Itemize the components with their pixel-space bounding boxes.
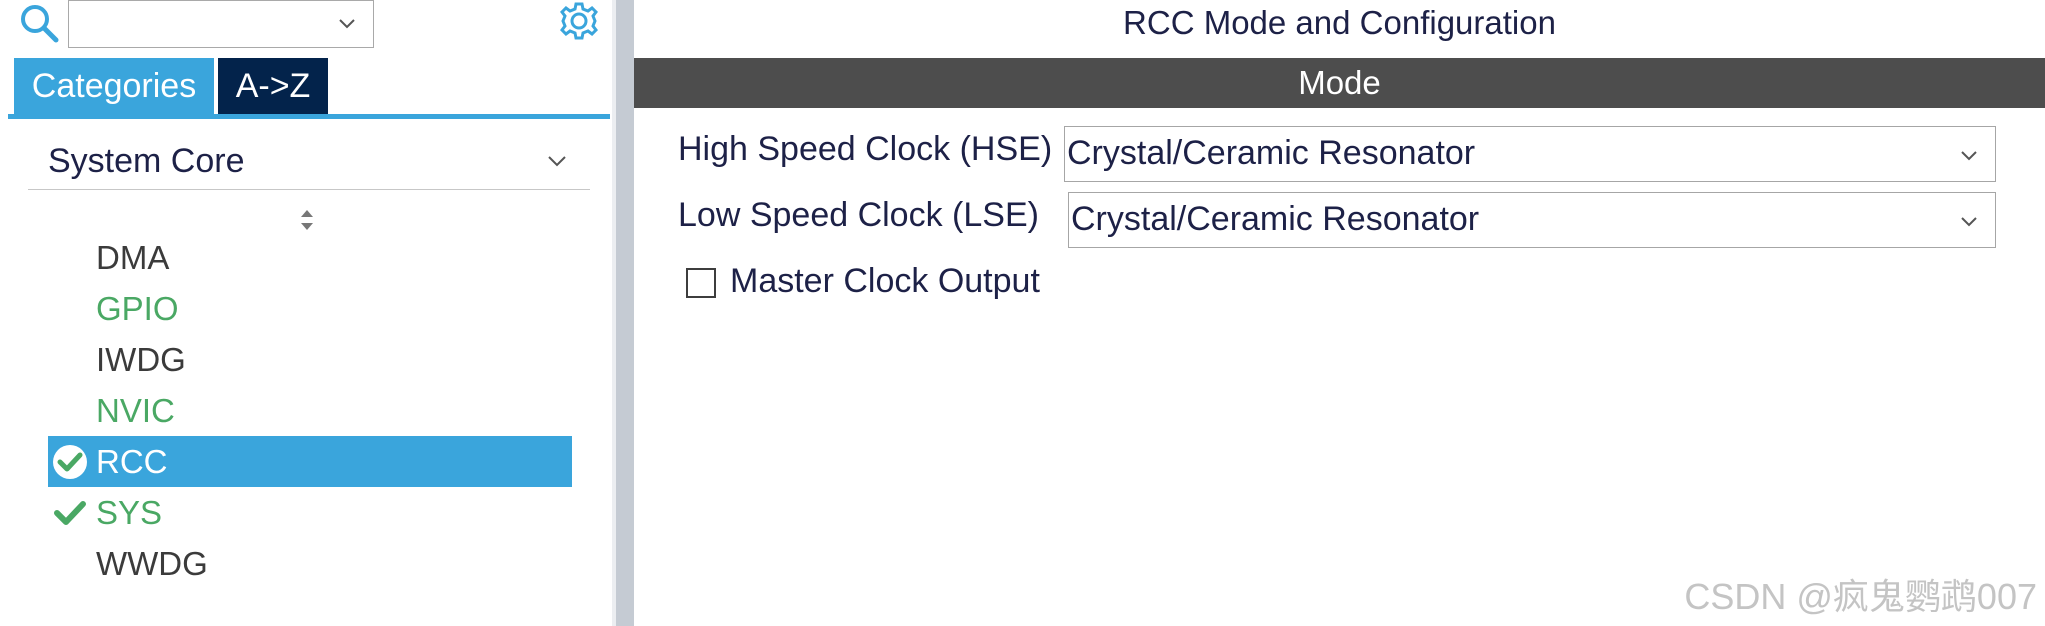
panel-splitter[interactable] <box>612 0 634 626</box>
list-item-label: NVIC <box>96 392 175 429</box>
list-item-label: RCC <box>96 443 168 480</box>
hse-label: High Speed Clock (HSE) <box>678 130 1053 168</box>
sort-icon[interactable] <box>298 207 316 233</box>
category-select[interactable]: System Core <box>28 134 590 190</box>
list-item-sys[interactable]: SYS <box>48 487 572 538</box>
hse-select[interactable]: Crystal/Ceramic Resonator <box>1064 126 1996 182</box>
list-item-rcc[interactable]: RCC <box>48 436 572 487</box>
watermark: CSDN @疯鬼鹦鹉007 <box>1684 576 2037 617</box>
list-item-dma[interactable]: DMA <box>48 232 572 283</box>
peripheral-list: DMA GPIO IWDG NVIC RCC SYS WWDG <box>48 232 572 589</box>
right-panel: RCC Mode and Configuration Mode High Spe… <box>634 0 2045 626</box>
check-icon <box>54 501 86 525</box>
chevron-down-icon <box>339 19 355 29</box>
chevron-down-icon <box>1961 217 1977 227</box>
lse-label: Low Speed Clock (LSE) <box>678 196 1039 234</box>
list-item-iwdg[interactable]: IWDG <box>48 334 572 385</box>
tab-categories[interactable]: Categories <box>14 58 214 114</box>
list-item-label: DMA <box>96 239 170 276</box>
master-clock-output-label[interactable]: Master Clock Output <box>730 262 1040 301</box>
tab-a-to-z[interactable]: A->Z <box>218 58 328 114</box>
search-combo[interactable] <box>68 0 374 48</box>
chevron-down-icon <box>1961 151 1977 161</box>
left-panel: Categories A->Z System Core DMA GPIO IWD… <box>0 0 610 626</box>
category-select-label: System Core <box>48 142 245 180</box>
master-clock-output-checkbox[interactable] <box>686 268 716 298</box>
chevron-down-icon <box>548 156 566 167</box>
list-item-label: WWDG <box>96 545 208 582</box>
list-item-nvic[interactable]: NVIC <box>48 385 572 436</box>
splitter-edge <box>612 0 616 626</box>
lse-select-value: Crystal/Ceramic Resonator <box>1071 200 1480 238</box>
hse-select-value: Crystal/Ceramic Resonator <box>1067 134 1476 172</box>
check-circle-icon <box>53 445 87 479</box>
list-item-gpio[interactable]: GPIO <box>48 283 572 334</box>
search-icon[interactable] <box>18 2 62 46</box>
tab-underline <box>8 114 610 119</box>
mode-section-header[interactable]: Mode <box>634 58 2045 108</box>
list-item-label: IWDG <box>96 341 186 378</box>
gear-icon[interactable] <box>556 0 602 42</box>
lse-select[interactable]: Crystal/Ceramic Resonator <box>1068 192 1996 248</box>
list-item-label: GPIO <box>96 290 179 327</box>
list-item-wwdg[interactable]: WWDG <box>48 538 572 589</box>
page-title: RCC Mode and Configuration <box>1123 4 1556 41</box>
list-item-label: SYS <box>96 494 163 531</box>
